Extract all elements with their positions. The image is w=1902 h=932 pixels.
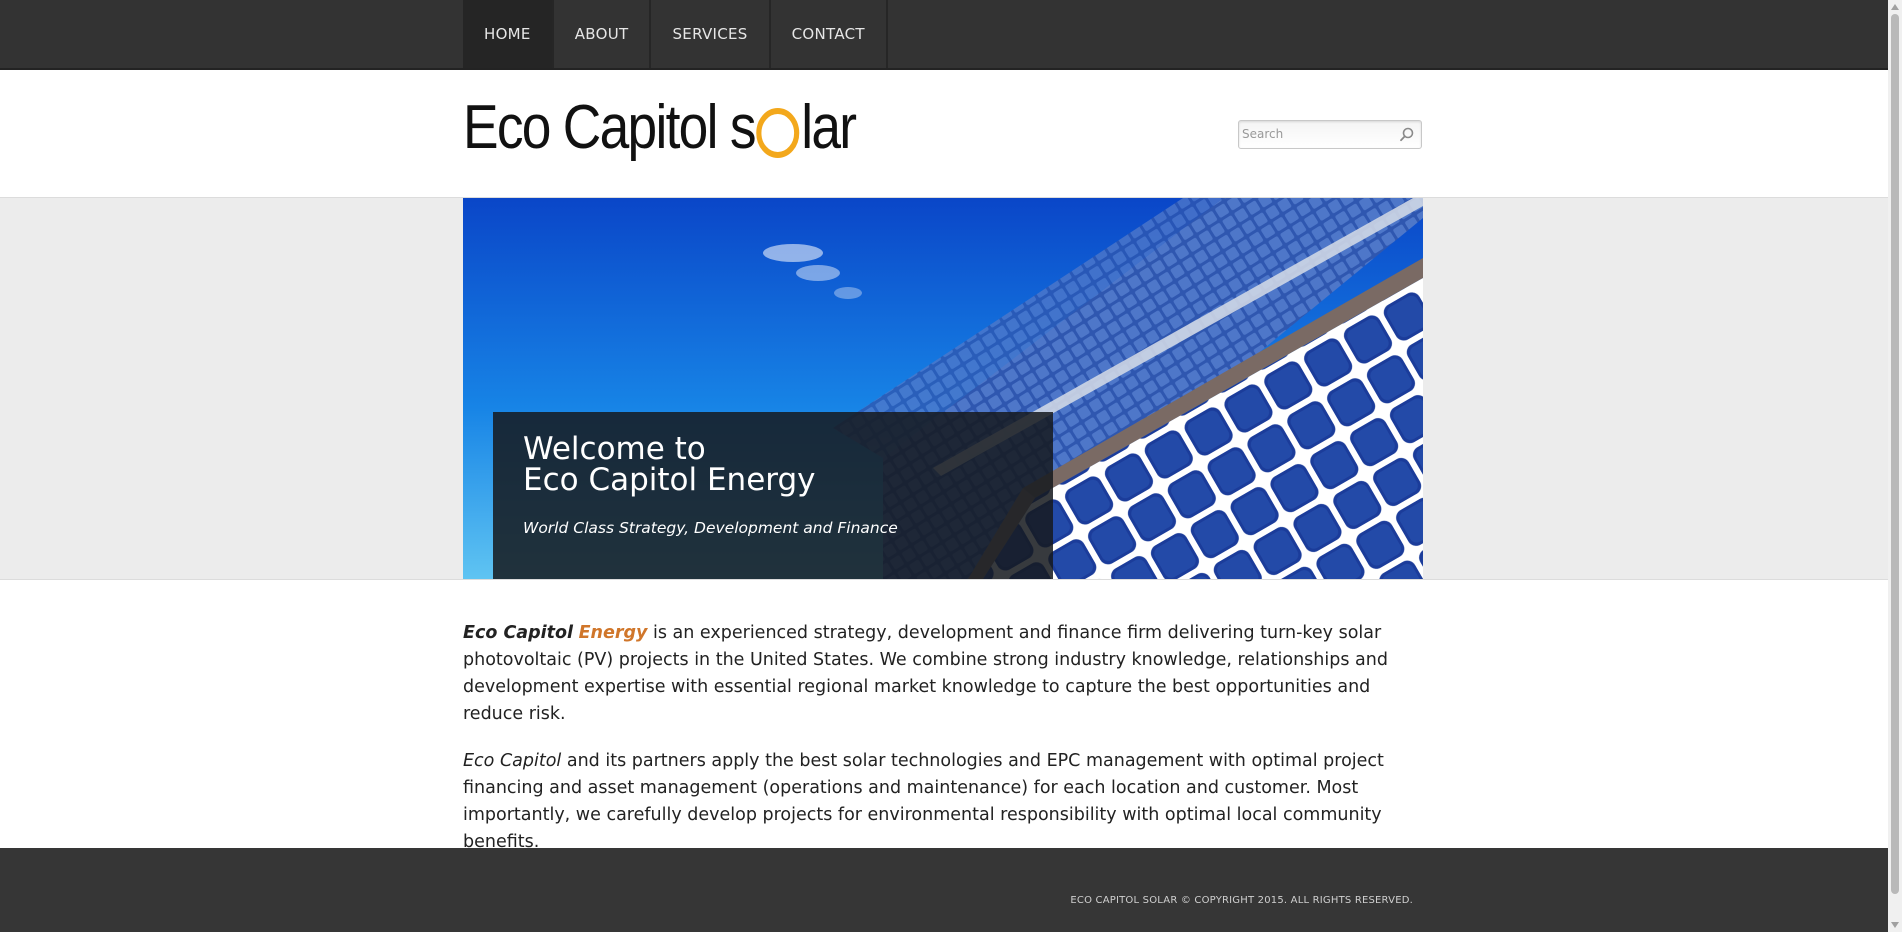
hero-caption: Welcome to Eco Capitol Energy World Clas… <box>493 412 1053 579</box>
brand-name: Eco Capitol <box>463 623 574 643</box>
hero-title-line2: Eco Capitol Energy <box>523 462 816 498</box>
intro-paragraph-1: Eco Capitol Energy is an experienced str… <box>463 620 1425 728</box>
hero-band: Welcome to Eco Capitol Energy World Clas… <box>0 198 1888 580</box>
intro-content: Eco Capitol Energy is an experienced str… <box>463 620 1425 876</box>
nav-item-about[interactable]: ABOUT <box>554 0 652 68</box>
logo-text-right: lar <box>801 93 857 162</box>
search-icon[interactable] <box>1399 126 1415 142</box>
top-nav-bar: HOME ABOUT SERVICES CONTACT <box>0 0 1888 70</box>
intro-paragraph-2: Eco Capitol and its partners apply the b… <box>463 748 1425 856</box>
nav-item-contact[interactable]: CONTACT <box>771 0 888 68</box>
site-footer: ECO CAPITOL SOLAR © COPYRIGHT 2015. ALL … <box>0 848 1888 932</box>
copyright-text: ECO CAPITOL SOLAR © COPYRIGHT 2015. ALL … <box>1070 895 1413 906</box>
sun-ring-icon <box>756 108 800 158</box>
nav-item-services[interactable]: SERVICES <box>651 0 771 68</box>
hero-title: Welcome to Eco Capitol Energy <box>523 434 816 496</box>
search-box <box>1238 120 1422 149</box>
scroll-down-icon[interactable] <box>1890 920 1900 930</box>
paragraph-2-text: and its partners apply the best solar te… <box>463 751 1384 852</box>
hero-image-solar-panels: Welcome to Eco Capitol Energy World Clas… <box>463 198 1423 579</box>
search-input[interactable] <box>1242 123 1392 145</box>
logo-text-left: Eco Capitol s <box>463 93 757 162</box>
site-logo[interactable]: Eco Capitol s lar <box>463 92 857 164</box>
nav-item-home[interactable]: HOME <box>463 0 554 68</box>
scrollbar-thumb[interactable] <box>1891 14 1899 894</box>
scroll-up-icon[interactable] <box>1890 2 1900 12</box>
hero-subtitle: World Class Strategy, Development and Fi… <box>523 519 898 537</box>
brand-name-italic: Eco Capitol <box>463 751 562 771</box>
main-nav: HOME ABOUT SERVICES CONTACT <box>463 0 888 68</box>
brand-name-accent: Energy <box>578 623 648 643</box>
vertical-scrollbar[interactable] <box>1888 0 1902 932</box>
hero-title-line1: Welcome to <box>523 431 706 467</box>
site-header: Eco Capitol s lar <box>0 70 1888 198</box>
